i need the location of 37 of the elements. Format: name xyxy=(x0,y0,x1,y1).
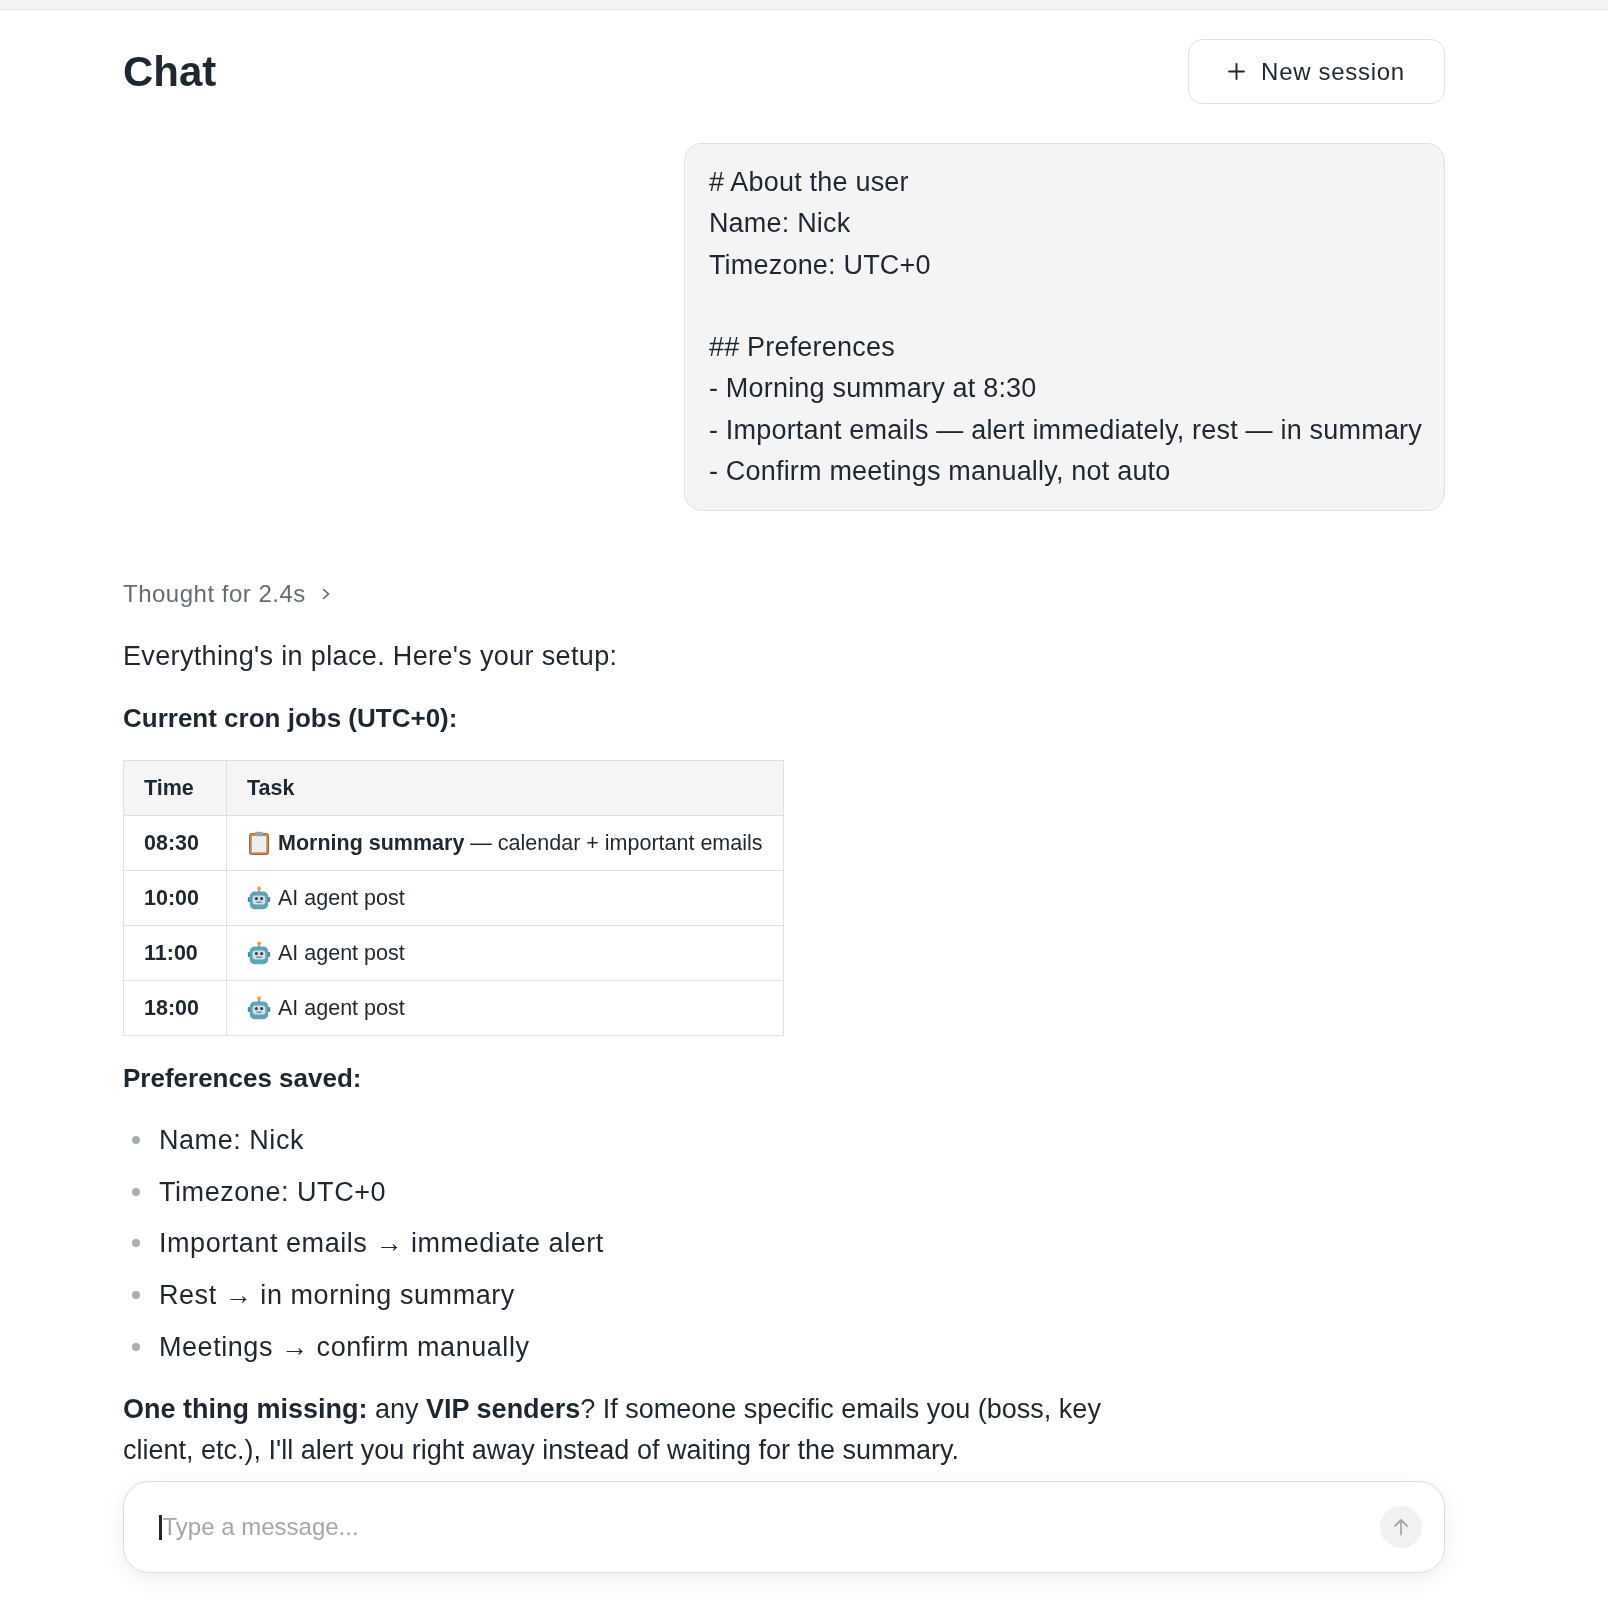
bullet-icon xyxy=(132,1239,140,1248)
bullet-icon xyxy=(132,1342,140,1351)
table-header-cell: Task xyxy=(226,760,784,816)
thought-toggle[interactable]: Thought for 2.4s xyxy=(123,579,306,610)
preference-item: Name: Nick xyxy=(159,1124,305,1158)
message-text: # About the user Name: Nick Timezone: UTC+0 ## Preferences - Morning summary at 8:30 - Important emails — alert immediately, rest — in summary - Confirm meetings manually, not auto xyxy=(708,166,1422,489)
preference-item: Meetings → confirm manually xyxy=(159,1330,530,1364)
time-cell: 10:00 xyxy=(123,870,227,926)
bullet-icon xyxy=(132,1290,140,1299)
preference-item: Timezone: UTC+0 xyxy=(159,1175,387,1209)
message-composer[interactable]: Type a message... xyxy=(123,1481,1445,1574)
chevron-right-icon[interactable] xyxy=(321,588,330,601)
plus-icon xyxy=(1228,63,1246,80)
robot-icon xyxy=(247,941,271,966)
time-cell: 11:00 xyxy=(123,925,227,981)
preference-item: Rest → in morning summary xyxy=(159,1278,515,1312)
new-session-button[interactable]: New session xyxy=(1188,39,1445,104)
message-input[interactable]: Type a message... xyxy=(161,1509,1380,1546)
page-title: Chat xyxy=(123,46,217,97)
reply-text: One thing missing: any VIP senders? If someone specific emails you (boss, key client, etc.), I'll alert you right away instead of waiting for the summary. xyxy=(123,1393,1102,1468)
reply-text: Everything's in place. Here's your setup: xyxy=(123,640,619,674)
task-text: AI agent post xyxy=(278,940,405,966)
bullet-icon xyxy=(132,1187,140,1196)
clipboard-icon xyxy=(247,831,271,856)
task-text: Morning summary — calendar + important emails xyxy=(278,830,763,856)
robot-icon xyxy=(247,886,271,911)
time-cell: 08:30 xyxy=(123,815,227,871)
task-text: AI agent post xyxy=(278,885,405,911)
section-heading: Current cron jobs (UTC+0): xyxy=(123,702,459,736)
time-cell: 18:00 xyxy=(123,980,227,1036)
bullet-icon xyxy=(132,1136,140,1145)
robot-icon xyxy=(247,996,271,1021)
preference-item: Important emails → immediate alert xyxy=(159,1227,604,1261)
section-heading: Preferences saved: xyxy=(123,1062,363,1096)
arrow-up-icon xyxy=(1393,1518,1409,1537)
task-text: AI agent post xyxy=(278,995,405,1021)
table-header-cell: Time xyxy=(123,760,227,816)
